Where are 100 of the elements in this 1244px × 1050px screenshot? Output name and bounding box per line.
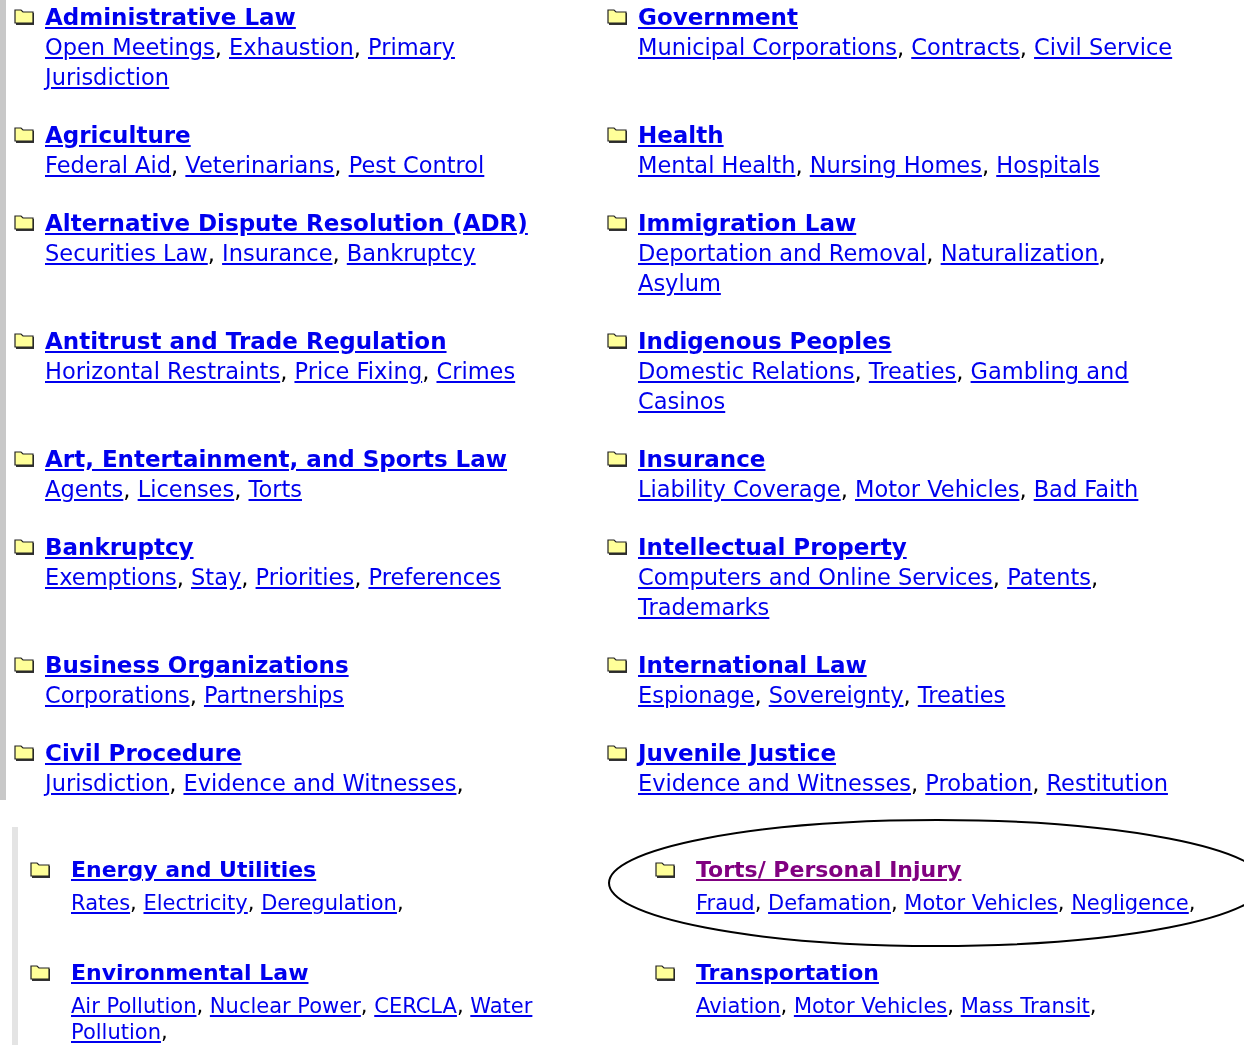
subcategory-link[interactable]: Securities Law: [45, 240, 208, 266]
subcategory-link[interactable]: Domestic Relations: [638, 358, 855, 384]
folder-icon: [655, 861, 677, 879]
category-heading-link[interactable]: Agriculture: [45, 120, 191, 150]
subcategory-link[interactable]: Open Meetings: [45, 34, 215, 60]
category-heading-link[interactable]: Civil Procedure: [45, 738, 242, 768]
subcategory-link[interactable]: Federal Aid: [45, 152, 172, 178]
subcategory-link[interactable]: CERCLA: [374, 994, 457, 1018]
comma: ,: [891, 891, 898, 915]
subcategory-link[interactable]: Nursing Homes: [809, 152, 982, 178]
subcategory-link[interactable]: Patents: [1007, 564, 1091, 590]
subcategory-link[interactable]: Restitution: [1046, 770, 1168, 796]
subcategory-link[interactable]: Civil Service: [1034, 34, 1173, 60]
folder-icon: [607, 8, 629, 26]
subcategory-link[interactable]: Veterinarians: [185, 152, 335, 178]
subcategory-link[interactable]: Insurance: [222, 240, 333, 266]
subcategory-link[interactable]: Defamation: [768, 891, 891, 915]
folder-icon: [607, 744, 629, 762]
subcategory-link[interactable]: Horizontal Restraints: [45, 358, 281, 384]
subcategory-link[interactable]: Evidence and Witnesses: [638, 770, 911, 796]
subcategory-link[interactable]: Air Pollution: [71, 994, 197, 1018]
subcategory-link[interactable]: Municipal Corporations: [638, 34, 897, 60]
subcategory-link[interactable]: Aviation: [696, 994, 781, 1018]
comma: ,: [1032, 770, 1040, 796]
category-heading-link[interactable]: Intellectual Property: [638, 532, 907, 562]
subcategory-link[interactable]: Mass Transit: [960, 994, 1090, 1018]
subcategory-link[interactable]: Pollution: [71, 1020, 161, 1044]
subcategory-link[interactable]: Mental Health: [638, 152, 796, 178]
comma: ,: [1019, 476, 1027, 502]
subcategory-link[interactable]: Nuclear Power: [209, 994, 361, 1018]
category-heading-link[interactable]: Insurance: [638, 444, 766, 474]
folder-icon: [14, 126, 36, 144]
subcategory-link[interactable]: Naturalization: [940, 240, 1099, 266]
subcategory-link[interactable]: Espionage: [638, 682, 755, 708]
subcategory-link[interactable]: Deregulation: [261, 891, 397, 915]
comma: ,: [1057, 891, 1065, 915]
subcategory-link[interactable]: Price Fixing: [294, 358, 423, 384]
comma: ,: [334, 152, 342, 178]
subcategory-link[interactable]: Probation: [925, 770, 1033, 796]
subcategory-link[interactable]: Preferences: [368, 564, 501, 590]
category-heading-link[interactable]: Torts/ Personal Injury: [696, 854, 962, 886]
subcategory-link[interactable]: Treaties: [917, 682, 1006, 708]
subcategory-link[interactable]: Casinos: [638, 388, 726, 414]
folder-icon: [14, 214, 36, 232]
subcategory-link[interactable]: Jurisdiction: [45, 770, 170, 796]
category-heading-link[interactable]: Transportation: [696, 957, 879, 989]
subcategory-link[interactable]: Water: [470, 994, 533, 1018]
subcategory-link[interactable]: Hospitals: [996, 152, 1100, 178]
subcategory-link[interactable]: Motor Vehicles: [855, 476, 1020, 502]
subcategory-link[interactable]: Asylum: [638, 270, 721, 296]
category-heading-link[interactable]: Health: [638, 120, 724, 150]
category-heading-link[interactable]: Energy and Utilities: [71, 854, 317, 886]
comma: ,: [754, 682, 762, 708]
subcategory-link[interactable]: Electricity: [143, 891, 248, 915]
category-heading-link[interactable]: Indigenous Peoples: [638, 326, 892, 356]
comma: ,: [910, 770, 919, 796]
subcategory-link[interactable]: Pest Control: [348, 152, 485, 178]
subcategory-link[interactable]: Motor Vehicles: [793, 994, 948, 1018]
category-heading-link[interactable]: Business Organizations: [45, 650, 349, 680]
subcategory-link[interactable]: Liability Coverage: [638, 476, 841, 502]
category-heading-link[interactable]: Alternative Dispute Resolution (ADR): [45, 208, 528, 238]
category-heading-link[interactable]: Art, Entertainment, and Sports Law: [45, 444, 507, 474]
subcategory-link[interactable]: Agents: [45, 476, 124, 502]
subcategory-link[interactable]: Sovereignty: [768, 682, 904, 708]
category-heading-link[interactable]: Administrative Law: [45, 2, 296, 32]
comma: ,: [176, 564, 184, 590]
subcategory-link[interactable]: Bankruptcy: [346, 240, 476, 266]
subcategory-link[interactable]: Bad Faith: [1033, 476, 1139, 502]
category-heading-link[interactable]: Juvenile Justice: [638, 738, 836, 768]
subcategory-link[interactable]: Primary: [368, 34, 455, 60]
subcategory-link[interactable]: Jurisdiction: [45, 64, 170, 90]
subcategory-link[interactable]: Evidence and Witnesses: [183, 770, 457, 796]
subcategory-link[interactable]: Rates: [71, 891, 131, 915]
subcategory-link[interactable]: Torts: [248, 476, 302, 502]
category-heading-link[interactable]: Environmental Law: [71, 957, 309, 989]
category-heading-link[interactable]: Government: [638, 2, 798, 32]
subcategory-link[interactable]: Gambling and: [970, 358, 1129, 384]
subcategory-link[interactable]: Stay: [191, 564, 242, 590]
subcategory-link[interactable]: Negligence: [1071, 891, 1189, 915]
comma: ,: [396, 891, 404, 915]
category-heading-link[interactable]: International Law: [638, 650, 867, 680]
subcategory-link[interactable]: Computers and Online Services: [638, 564, 993, 590]
category-heading-link[interactable]: Bankruptcy: [45, 532, 194, 562]
comma: ,: [1019, 34, 1027, 60]
subcategory-link[interactable]: Crimes: [436, 358, 516, 384]
subcategory-link[interactable]: Exhaustion: [229, 34, 354, 60]
subcategory-link[interactable]: Licenses: [137, 476, 235, 502]
subcategory-link[interactable]: Partnerships: [203, 682, 344, 708]
subcategory-link[interactable]: Trademarks: [638, 594, 770, 620]
category-heading-link[interactable]: Immigration Law: [638, 208, 857, 238]
subcategory-link[interactable]: Fraud: [696, 891, 755, 915]
comma: ,: [169, 770, 177, 796]
subcategory-link[interactable]: Motor Vehicles: [904, 891, 1058, 915]
subcategory-link[interactable]: Deportation and Removal: [638, 240, 927, 266]
subcategory-link[interactable]: Priorities: [255, 564, 355, 590]
subcategory-link[interactable]: Exemptions: [45, 564, 177, 590]
subcategory-link[interactable]: Corporations: [45, 682, 190, 708]
subcategory-link[interactable]: Contracts: [911, 34, 1020, 60]
category-heading-link[interactable]: Antitrust and Trade Regulation: [45, 326, 447, 356]
subcategory-link[interactable]: Treaties: [868, 358, 957, 384]
